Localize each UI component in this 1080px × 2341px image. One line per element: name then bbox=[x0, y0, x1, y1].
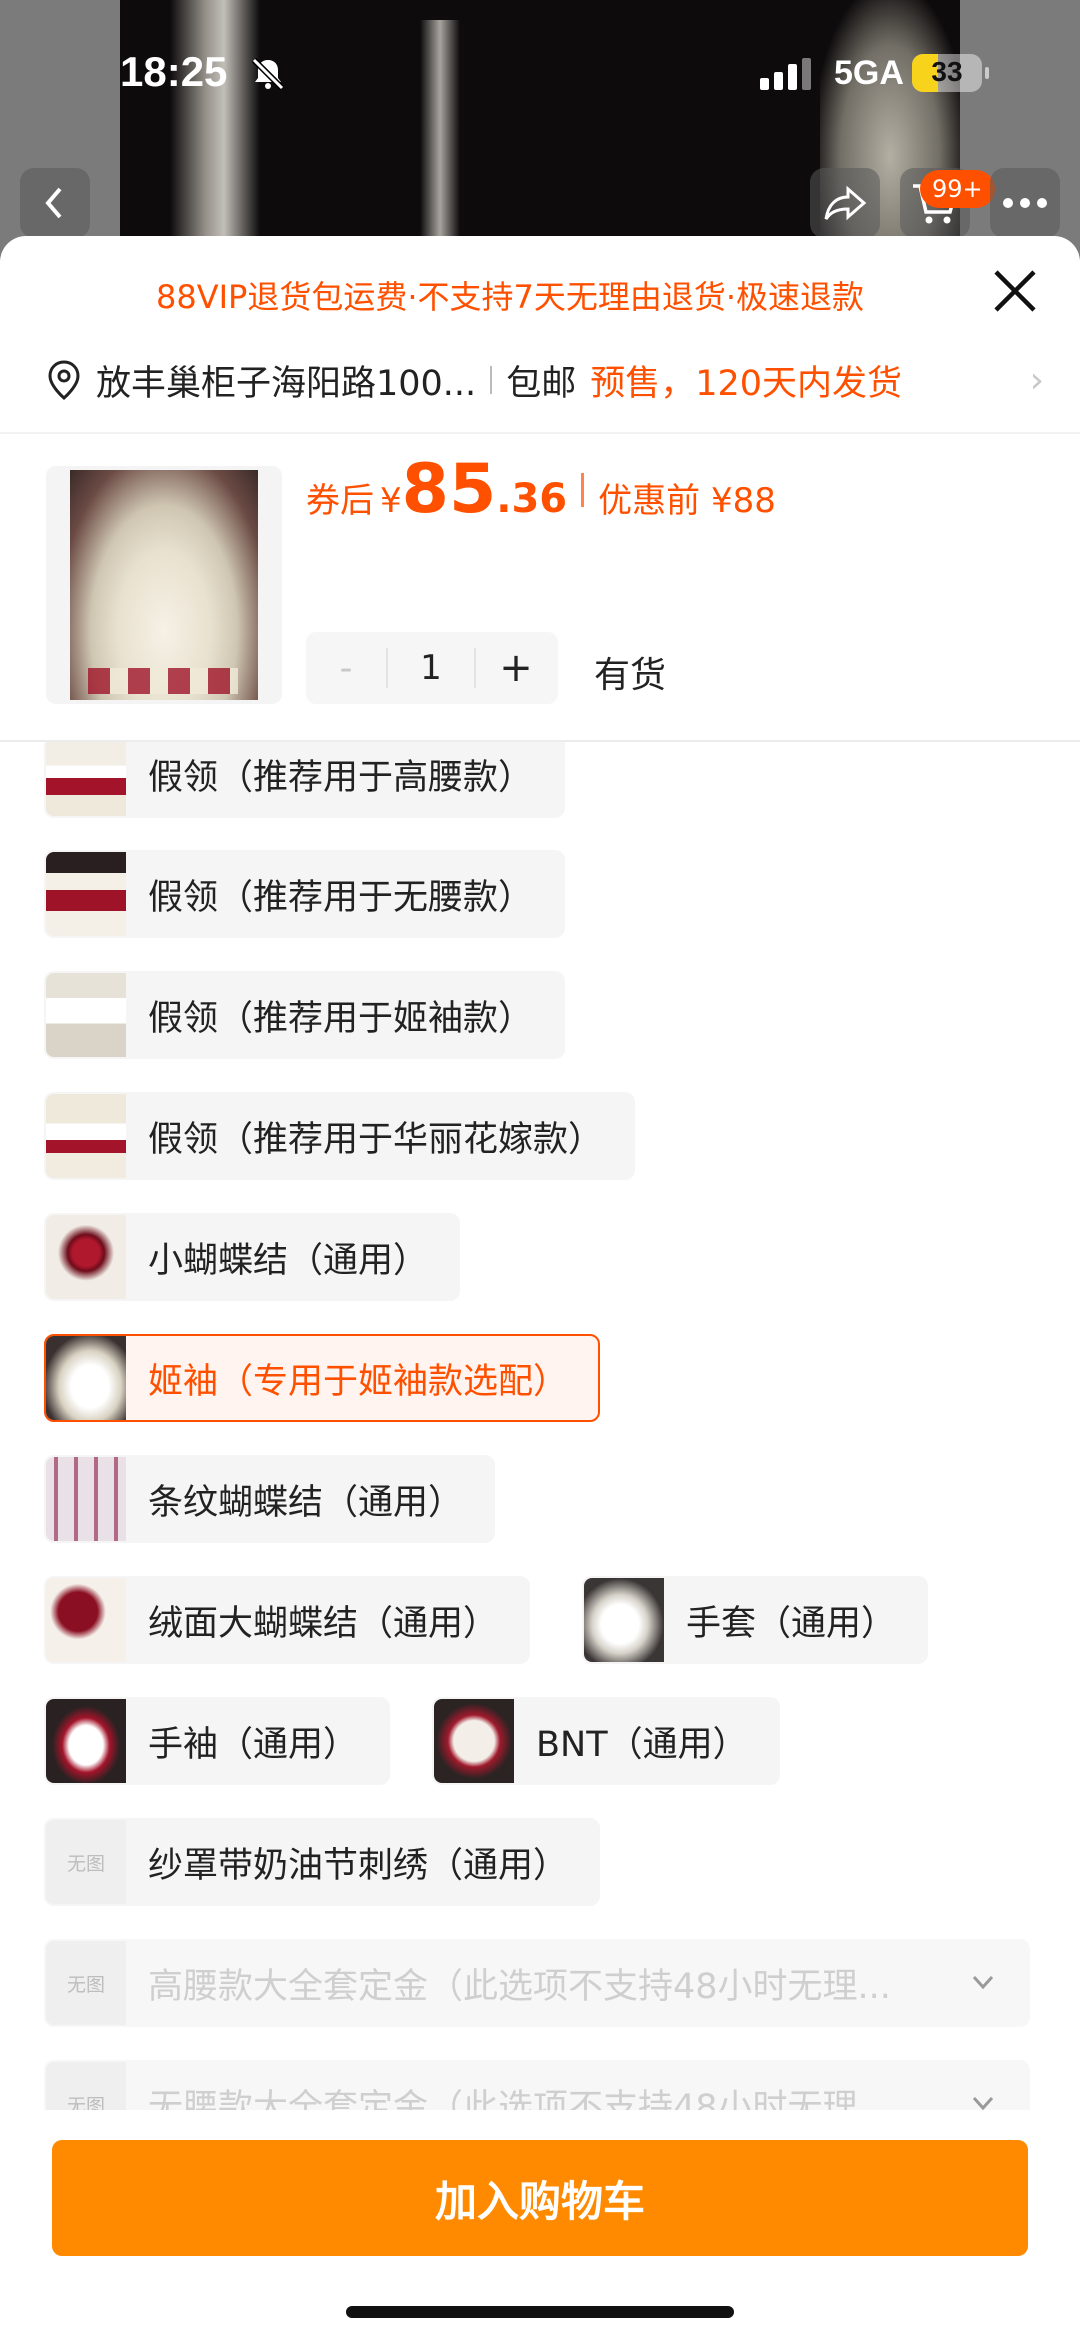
shipping-label: 包邮 bbox=[506, 363, 577, 404]
battery-icon: 33 bbox=[912, 54, 989, 92]
sku-option[interactable]: 手套（通用） bbox=[582, 1576, 929, 1664]
sku-option[interactable]: 假领（推荐用于无腰款） bbox=[44, 850, 566, 938]
quantity-value[interactable]: 1 bbox=[386, 648, 476, 688]
stock-status: 有货 bbox=[594, 655, 667, 696]
sku-option[interactable]: 手袖（通用） bbox=[44, 1697, 391, 1785]
glove-thumb bbox=[584, 1578, 664, 1662]
bell-muted-icon bbox=[251, 57, 285, 91]
sku-option[interactable]: 小蝴蝶结（通用） bbox=[44, 1213, 461, 1301]
chevron-down-icon bbox=[972, 1975, 994, 1990]
add-to-cart-button[interactable]: 加入购物车 bbox=[52, 2140, 1028, 2256]
selected-sku-thumbnail[interactable] bbox=[46, 466, 282, 704]
sleeve-thumb bbox=[46, 1336, 126, 1420]
back-button[interactable] bbox=[20, 168, 90, 238]
delivery-address: 放丰巢柜子海阳路100... bbox=[96, 363, 477, 404]
cuff-thumb bbox=[46, 1699, 126, 1783]
increase-button[interactable]: + bbox=[476, 645, 556, 691]
sku-option-selected[interactable]: 姬袖（专用于姬袖款选配） bbox=[44, 1334, 601, 1422]
sku-option[interactable]: BNT（通用） bbox=[432, 1697, 780, 1785]
sku-option[interactable]: 无图 纱罩带奶油节刺绣（通用） bbox=[44, 1818, 601, 1906]
close-icon[interactable] bbox=[992, 268, 1038, 314]
chevron-down-icon bbox=[972, 2096, 994, 2110]
price-before-discount: 优惠前 ¥88 bbox=[598, 481, 776, 521]
collar-thumb bbox=[46, 742, 126, 816]
battery-level: 33 bbox=[931, 56, 963, 87]
sku-option[interactable]: 假领（推荐用于高腰款） bbox=[44, 742, 566, 818]
price-decimal: .36 bbox=[496, 476, 568, 522]
divider bbox=[0, 432, 1080, 434]
promo-banner: 88VIP退货包运费·不支持7天无理由退货·极速退款 bbox=[155, 278, 865, 316]
no-image-placeholder: 无图 bbox=[46, 2062, 126, 2110]
delivery-row[interactable]: 放丰巢柜子海阳路100... 包邮 预售，120天内发货 › bbox=[44, 352, 1044, 408]
network-type: 5GA bbox=[834, 54, 904, 92]
no-image-placeholder: 无图 bbox=[46, 1941, 126, 2025]
no-image-placeholder: 无图 bbox=[46, 1820, 126, 1904]
bow-thumb bbox=[46, 1215, 126, 1299]
after-coupon-label: 券后 bbox=[306, 481, 374, 521]
share-icon bbox=[824, 185, 867, 221]
more-icon bbox=[1003, 198, 1047, 208]
currency-symbol: ¥ bbox=[380, 481, 402, 521]
sku-option[interactable]: 绒面大蝴蝶结（通用） bbox=[44, 1576, 531, 1664]
collar-thumb bbox=[46, 973, 126, 1057]
presale-label: 预售，120天内发货 bbox=[590, 363, 903, 404]
divider bbox=[581, 472, 585, 507]
home-indicator bbox=[346, 2306, 734, 2318]
bonnet-thumb bbox=[434, 1699, 514, 1783]
share-button[interactable] bbox=[810, 168, 880, 238]
sku-option[interactable]: 条纹蝴蝶结（通用） bbox=[44, 1455, 496, 1543]
velvet-bow-thumb bbox=[46, 1578, 126, 1662]
chevron-right-icon: › bbox=[1029, 359, 1044, 401]
chevron-left-icon bbox=[45, 187, 62, 219]
collar-thumb bbox=[46, 1094, 126, 1178]
sku-option[interactable]: 假领（推荐用于姬袖款） bbox=[44, 971, 566, 1059]
quantity-stepper: - 1 + bbox=[306, 632, 558, 704]
cart-count-badge: 99+ bbox=[920, 170, 995, 208]
price-line: 券后 ¥ 85 .36 优惠前 ¥88 bbox=[306, 450, 776, 529]
sku-options-list: 假领（推荐用于高腰款） 假领（推荐用于无腰款） 假领（推荐用于姬袖款） 假领（推… bbox=[0, 742, 1080, 2110]
sku-option-disabled[interactable]: 无图 无腰款大全套定金（此选项不支持48小时无理... bbox=[44, 2060, 1030, 2110]
location-pin-icon bbox=[48, 360, 80, 400]
signal-icon bbox=[760, 58, 811, 90]
status-time: 18:25 bbox=[120, 48, 228, 95]
striped-bow-thumb bbox=[46, 1457, 126, 1541]
status-bar: 18:25 5GA 33 bbox=[0, 0, 1080, 150]
price-integer: 85 bbox=[401, 450, 497, 529]
more-button[interactable] bbox=[990, 168, 1060, 238]
sku-option-disabled[interactable]: 无图 高腰款大全套定金（此选项不支持48小时无理... bbox=[44, 1939, 1030, 2027]
decrease-button[interactable]: - bbox=[306, 648, 386, 689]
sku-option[interactable]: 假领（推荐用于华丽花嫁款） bbox=[44, 1092, 636, 1180]
divider bbox=[490, 366, 493, 394]
collar-thumb bbox=[46, 852, 126, 936]
